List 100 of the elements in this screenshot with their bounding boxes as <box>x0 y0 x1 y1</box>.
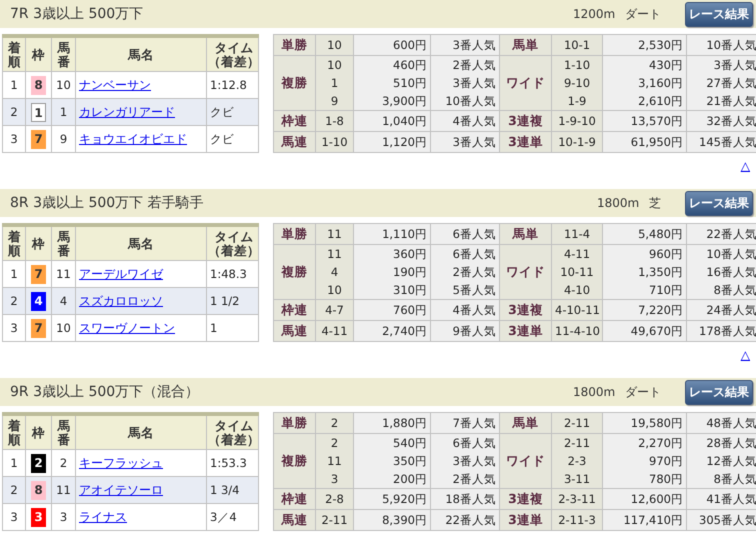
combination-text: 11-4-10 <box>555 323 599 340</box>
payout-amount: 510円 <box>392 75 427 92</box>
finish-time: 1 3/4 <box>206 476 258 504</box>
finish-time: 1:48.3 <box>206 260 258 288</box>
payout-amount: 12,600円 <box>630 491 683 508</box>
payout-amount: 1,880円 <box>381 415 427 432</box>
bet-type-label: 馬単 <box>500 412 552 434</box>
column-header: 枠 <box>26 225 52 260</box>
page-top-link[interactable]: △ <box>740 159 750 173</box>
payout-amount: 117,410円 <box>622 512 683 529</box>
combination-text: 4 <box>330 264 340 281</box>
bet-type-label: 馬連 <box>274 320 316 342</box>
combination-text: 2-3 <box>566 453 588 470</box>
horse-number: 9 <box>52 126 76 152</box>
finish-position: 3 <box>2 314 26 342</box>
payout-amount: 2,740円 <box>381 323 427 340</box>
combination-text: 3-11 <box>562 471 592 488</box>
bet-type-label: 単勝 <box>274 34 316 56</box>
gate-number-tile: 7 <box>31 130 46 148</box>
combination-text: 4-11 <box>562 246 592 263</box>
gate-number-tile: 2 <box>31 454 46 472</box>
race-result-button[interactable]: レース結果 <box>685 2 753 26</box>
bet-type-label: 3連単 <box>500 132 552 152</box>
finish-position: 1 <box>2 450 26 476</box>
payout-amount: 760円 <box>392 302 427 319</box>
payout-amount: 13,570円 <box>630 113 683 130</box>
column-header: タイム（着差） <box>206 225 258 260</box>
payout-amount: 3,160円 <box>637 75 683 92</box>
combination-text: 3 <box>330 471 340 488</box>
popularity-rank: 5番人気 <box>452 282 496 299</box>
gate-number-tile: 8 <box>31 480 46 500</box>
page-top-link[interactable]: △ <box>740 348 750 362</box>
payout-amount: 49,670円 <box>630 323 683 340</box>
bet-type-label: 複勝 <box>274 244 316 300</box>
bet-type-label: 3連複 <box>500 300 552 320</box>
popularity-rank: 3番人気 <box>452 37 496 54</box>
bet-type-label: 馬単 <box>500 34 552 56</box>
column-header: 馬番 <box>52 225 76 260</box>
popularity-rank: 6番人気 <box>452 246 496 263</box>
horse-name-link[interactable]: ライナス <box>79 510 127 524</box>
combination-text: 1-8 <box>324 113 345 130</box>
race-title: 8R 3歳以上 500万下 若手騎手 <box>10 194 205 212</box>
payout-amount: 5,920円 <box>381 491 427 508</box>
payout-amount: 350円 <box>392 453 427 470</box>
popularity-rank: 18番人気 <box>444 491 496 508</box>
bet-type-label: ワイド <box>500 434 552 488</box>
popularity-rank: 3番人気 <box>452 75 496 92</box>
bet-type-label: 単勝 <box>274 412 316 434</box>
combination-text: 2-3-11 <box>557 491 597 508</box>
payout-amount: 600円 <box>392 37 427 54</box>
payout-amount: 61,950円 <box>630 134 683 151</box>
horse-number: 3 <box>52 504 76 530</box>
combination-text: 4-11 <box>320 323 349 340</box>
combination-text: 2-11 <box>562 435 592 452</box>
combination-text: 1-10 <box>320 134 349 151</box>
combination-text: 9 <box>330 93 340 110</box>
race-result-button[interactable]: レース結果 <box>685 380 753 404</box>
bet-type-label: 枠連 <box>274 110 316 132</box>
popularity-rank: 4番人気 <box>452 302 496 319</box>
race-title: 7R 3歳以上 500万下 <box>10 5 144 23</box>
combination-text: 4-7 <box>324 302 345 319</box>
popularity-rank: 22番人気 <box>444 512 496 529</box>
track-type: ダート <box>625 384 661 398</box>
finish-position: 2 <box>2 288 26 314</box>
combination-text: 2 <box>330 435 340 452</box>
bet-type-label: 3連複 <box>500 110 552 132</box>
bet-type-label: 枠連 <box>274 300 316 320</box>
combination-text: 11-4 <box>562 226 592 243</box>
bet-type-label: 枠連 <box>274 488 316 510</box>
gate-number-tile: 7 <box>31 264 46 284</box>
payout-amount: 970円 <box>648 453 683 470</box>
payout-amount: 2,270円 <box>637 435 683 452</box>
finish-position: 2 <box>2 476 26 504</box>
race-result-button[interactable]: レース結果 <box>685 190 753 216</box>
horse-number: 10 <box>52 314 76 342</box>
bet-type-label: 3連複 <box>500 488 552 510</box>
track-type: 芝 <box>649 196 661 210</box>
payout-amount: 5,480円 <box>637 226 683 243</box>
combination-text: 10-1-9 <box>557 134 597 151</box>
payout-amount: 1,040円 <box>381 113 427 130</box>
popularity-rank: 2番人気 <box>452 471 496 488</box>
horse-number: 1 <box>52 98 76 126</box>
race-title: 9R 3歳以上 500万下（混合） <box>10 383 200 401</box>
column-header: タイム（着差） <box>206 36 258 72</box>
gate-number-tile: 8 <box>31 76 46 94</box>
gate-number-tile: 7 <box>31 318 46 338</box>
column-header: 馬名 <box>76 225 206 260</box>
payout-amount: 1,120円 <box>381 134 427 151</box>
finish-time: クビ <box>206 126 258 152</box>
bet-type-label: 3連単 <box>500 510 552 530</box>
column-header: 馬名 <box>76 414 206 450</box>
payout-amount: 960円 <box>648 246 683 263</box>
popularity-rank: 9番人気 <box>452 323 496 340</box>
bet-type-label: ワイド <box>500 56 552 110</box>
combination-text: 1 <box>330 75 340 92</box>
payout-amount: 430円 <box>648 57 683 74</box>
finish-position: 3 <box>2 126 26 152</box>
finish-position: 3 <box>2 504 26 530</box>
combination-text: 10-1 <box>562 37 592 54</box>
race-distance: 1800m <box>572 384 616 398</box>
